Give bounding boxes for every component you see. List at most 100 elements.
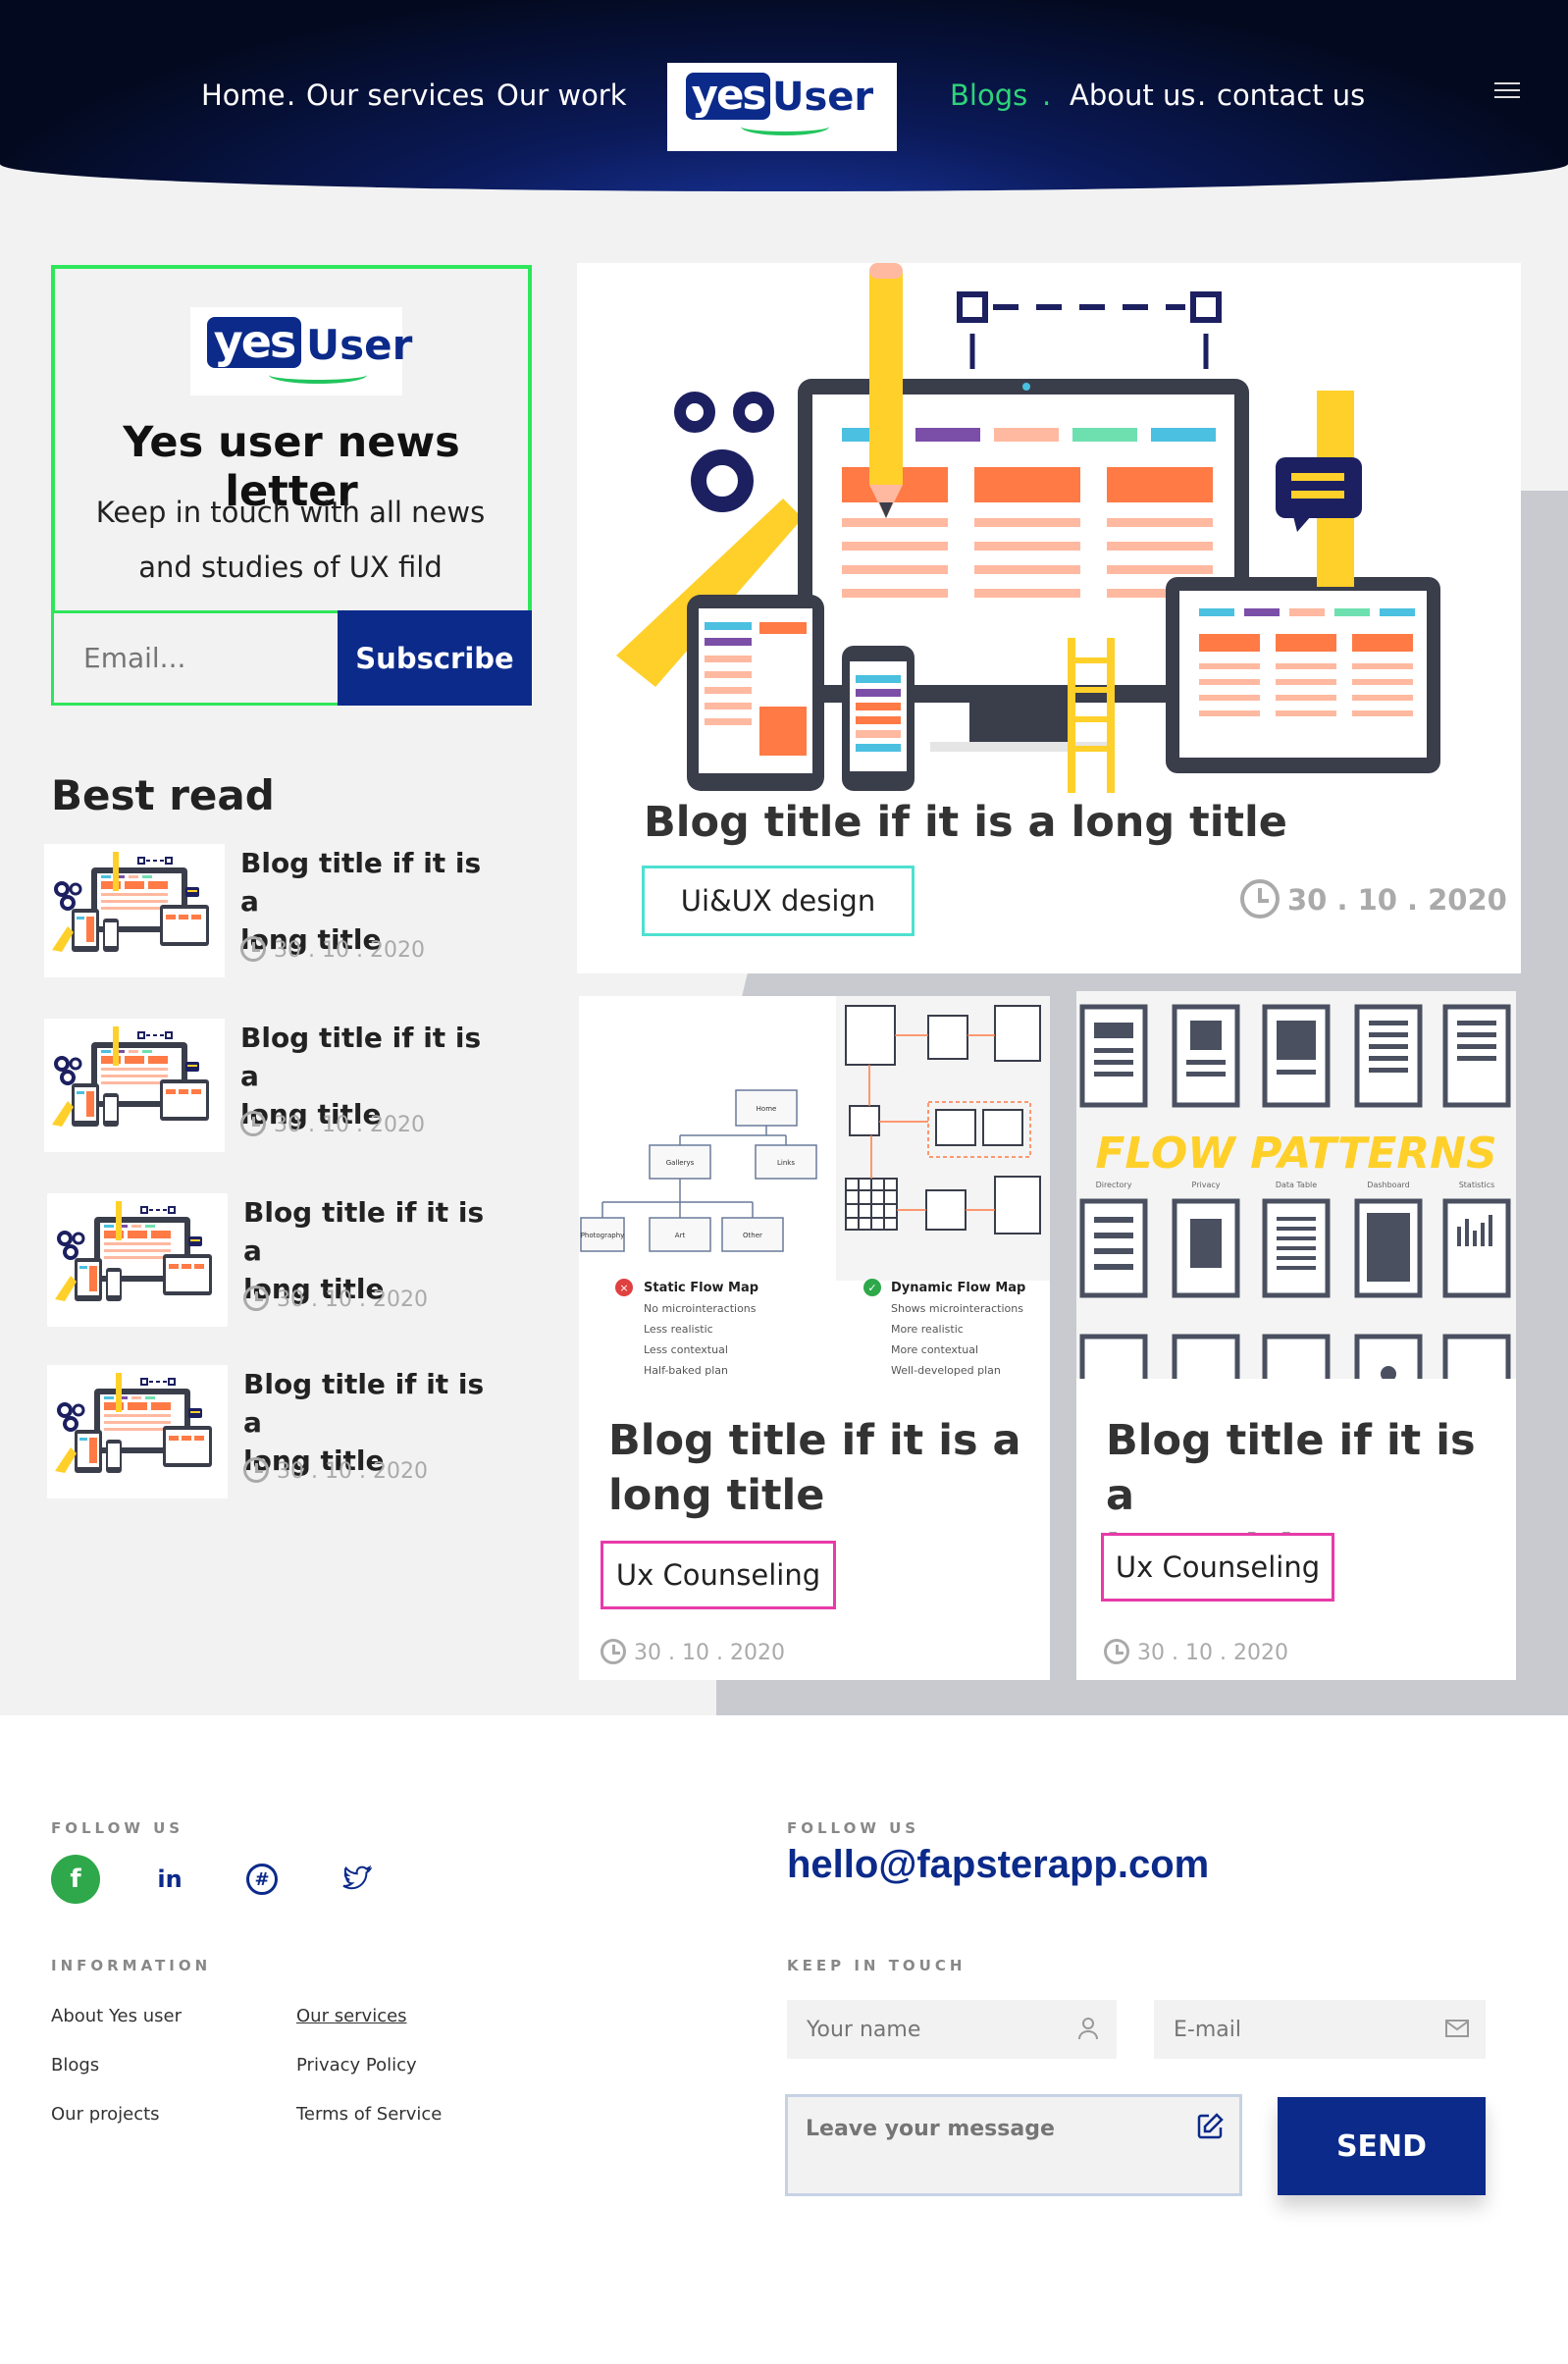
blog-card-title: Blog title if it is a long title <box>608 1413 1030 1523</box>
svg-text:✓: ✓ <box>867 1282 876 1294</box>
blog-card-date: 30 . 10 . 2020 <box>1104 1639 1288 1665</box>
blog-card-date: 30 . 10 . 2020 <box>601 1639 785 1665</box>
best-read-item[interactable]: Blog title if it is a long title 30 . 10… <box>44 844 496 981</box>
footer-link[interactable]: Blogs <box>51 2055 99 2075</box>
best-read-item[interactable]: Blog title if it is a long title 30 . 10… <box>47 1365 498 1502</box>
nav-blogs[interactable]: Blogs <box>950 79 1027 112</box>
featured-blog-image <box>616 263 1440 793</box>
name-input[interactable] <box>787 2000 1117 2059</box>
best-read-title-line: Blog title if it is a <box>243 1368 485 1439</box>
footer-link[interactable]: Terms of Service <box>296 2104 442 2125</box>
footer-link[interactable]: Our projects <box>51 2104 160 2125</box>
static-point: No microinteractions <box>644 1302 757 1315</box>
best-read-title-line: Blog title if it is a <box>240 847 482 918</box>
flow-map-image: Home Gallerys Links Photography Art Othe… <box>579 996 1050 1389</box>
linkedin-icon[interactable]: in <box>145 1855 194 1904</box>
mail-icon <box>1445 2020 1469 2037</box>
logo-yes-mark: yes <box>207 317 301 368</box>
static-point: Half-baked plan <box>644 1364 728 1377</box>
nav-contact-us[interactable]: contact us <box>1217 79 1365 112</box>
edit-icon <box>1197 2113 1224 2139</box>
user-icon <box>1078 2018 1098 2040</box>
logo-smile-icon <box>741 118 829 135</box>
tree-node-label: Links <box>777 1159 795 1167</box>
dynamic-point: More contextual <box>891 1343 978 1356</box>
blog-card[interactable]: FLOW PATTERNS Directory Privacy Data Tab… <box>1076 991 1516 1680</box>
newsletter-logo: yes User <box>190 307 412 395</box>
category-tag[interactable]: Ui&UX design <box>642 866 915 936</box>
blog-card[interactable]: Home Gallerys Links Photography Art Othe… <box>579 996 1050 1680</box>
date-text: 30 . 10 . 2020 <box>277 1287 428 1312</box>
static-flow-map-label: Static Flow Map <box>644 1281 758 1295</box>
nav-our-services[interactable]: Our services <box>306 79 484 112</box>
best-read-date: 30 . 10 . 2020 <box>243 1286 428 1312</box>
follow-us-heading: FOLLOW US <box>787 1819 920 1837</box>
contact-email[interactable]: hello@fapsterapp.com <box>787 1843 1209 1887</box>
static-point: Less realistic <box>644 1323 713 1336</box>
blog-card-title-line: long title <box>608 1471 825 1520</box>
blog-thumbnail <box>47 1365 228 1498</box>
best-read-item[interactable]: Blog title if it is a long title 30 . 10… <box>47 1193 498 1331</box>
blog-card-title-line: Blog title if it is a <box>1106 1416 1476 1520</box>
best-read-date: 30 . 10 . 2020 <box>240 1111 425 1137</box>
footer-link[interactable]: About Yes user <box>51 2006 182 2026</box>
clock-icon <box>240 1111 266 1136</box>
best-read-item[interactable]: Blog title if it is a long title 30 . 10… <box>44 1019 496 1156</box>
flow-patterns-image: FLOW PATTERNS Directory Privacy Data Tab… <box>1076 991 1516 1379</box>
clock-icon <box>1240 879 1280 919</box>
tree-node-label: Other <box>743 1232 762 1239</box>
pattern-label: Privacy <box>1192 1181 1221 1189</box>
featured-blog-card[interactable]: Blog title if it is a long title Ui&UX d… <box>577 263 1521 973</box>
nav-about-us[interactable]: About us <box>1070 79 1195 112</box>
email-input[interactable] <box>1154 2000 1486 2059</box>
hashtag-icon[interactable]: # <box>237 1855 287 1904</box>
pattern-label: Directory <box>1096 1181 1132 1189</box>
blog-thumbnail <box>44 1019 225 1152</box>
newsletter-text-line: Keep in touch with all news <box>95 496 486 529</box>
date-text: 30 . 10 . 2020 <box>274 1113 425 1137</box>
dynamic-point: More realistic <box>891 1323 964 1336</box>
newsletter-box: yes User Yes user news letter Keep in to… <box>51 265 532 706</box>
tree-node-label: Home <box>757 1105 777 1113</box>
tree-node-label: Art <box>675 1232 686 1239</box>
featured-blog-date: 30 . 10 . 2020 <box>1240 879 1507 919</box>
category-tag[interactable]: Ux Counseling <box>1101 1533 1334 1602</box>
blog-card-title-line: Blog title if it is a <box>608 1416 1021 1465</box>
nav-home[interactable]: Home <box>201 79 286 112</box>
site-header: Home . Our services . Our work yes User … <box>0 0 1568 191</box>
blog-thumbnail <box>47 1193 228 1327</box>
pattern-label: Dashboard <box>1367 1181 1409 1189</box>
clock-icon <box>1104 1639 1129 1664</box>
menu-icon[interactable] <box>1494 82 1520 100</box>
best-read-date: 30 . 10 . 2020 <box>240 936 425 963</box>
message-textarea[interactable] <box>785 2094 1242 2196</box>
best-read-heading: Best read <box>51 771 275 819</box>
header-logo[interactable]: yes User <box>667 63 897 151</box>
follow-us-heading: FOLLOW US <box>51 1819 184 1837</box>
logo-smile-icon <box>269 366 367 384</box>
footer-link[interactable]: Privacy Policy <box>296 2055 417 2075</box>
tree-node-label: Gallerys <box>666 1159 695 1167</box>
dynamic-point: Shows microinteractions <box>891 1302 1023 1315</box>
send-button[interactable]: SEND <box>1278 2097 1486 2195</box>
twitter-icon[interactable] <box>332 1855 381 1904</box>
subscribe-button[interactable]: Subscribe <box>338 610 532 706</box>
newsletter-email-input[interactable] <box>51 610 338 706</box>
pattern-label: Statistics <box>1459 1181 1495 1189</box>
site-footer: FOLLOW US f in # INFORMATION About Yes u… <box>0 1715 1568 2364</box>
facebook-icon[interactable]: f <box>51 1855 100 1904</box>
static-point: Less contextual <box>644 1343 728 1356</box>
category-tag[interactable]: Ux Counseling <box>601 1541 836 1609</box>
clock-icon <box>243 1457 269 1483</box>
clock-icon <box>240 936 266 962</box>
best-read-date: 30 . 10 . 2020 <box>243 1457 428 1484</box>
footer-link[interactable]: Our services <box>296 2006 407 2026</box>
nav-separator: . <box>477 79 487 112</box>
date-text: 30 . 10 . 2020 <box>634 1641 785 1665</box>
logo-user-text: User <box>306 321 413 369</box>
pattern-label: Data Table <box>1276 1181 1317 1189</box>
information-heading: INFORMATION <box>51 1957 212 1974</box>
dynamic-flow-map-label: Dynamic Flow Map <box>891 1281 1025 1295</box>
nav-our-work[interactable]: Our work <box>497 79 627 112</box>
flow-patterns-heading: FLOW PATTERNS <box>1095 1129 1496 1179</box>
